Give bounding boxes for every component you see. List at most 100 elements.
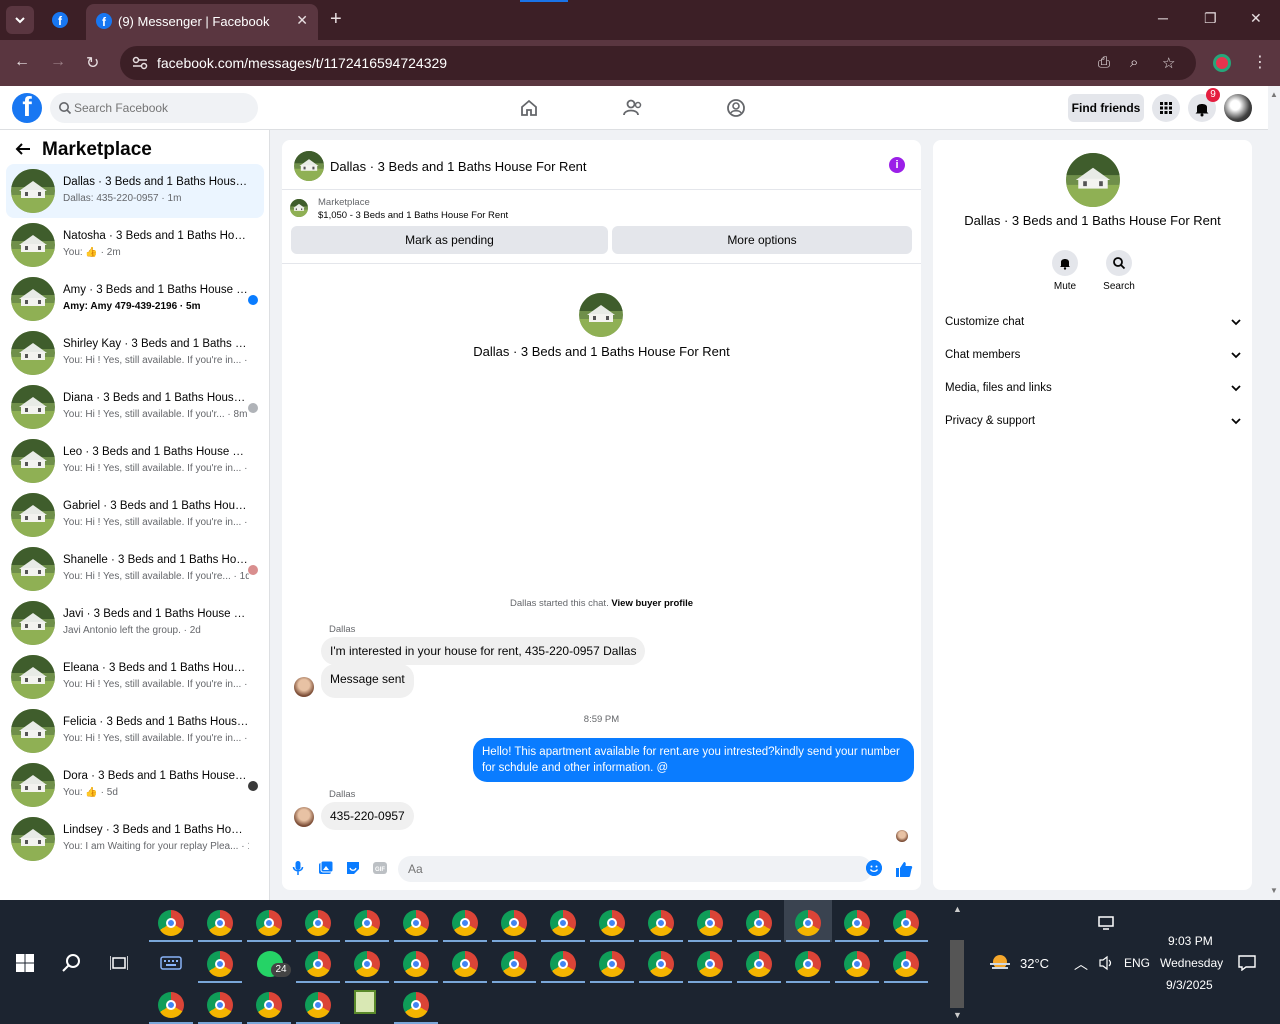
chrome-icon[interactable]: [795, 910, 821, 936]
search-in-chat-button[interactable]: Search: [1092, 250, 1146, 292]
chat-title[interactable]: Dallas · 3 Beds and 1 Baths House For Re…: [330, 159, 587, 174]
chrome-icon[interactable]: [158, 992, 184, 1018]
chrome-icon[interactable]: [697, 951, 723, 977]
chrome-icon[interactable]: [844, 910, 870, 936]
chrome-icon[interactable]: [550, 910, 576, 936]
task-view-icon[interactable]: [110, 955, 128, 971]
chrome-icon[interactable]: [158, 910, 184, 936]
chrome-icon[interactable]: [256, 992, 282, 1018]
chrome-icon[interactable]: [403, 992, 429, 1018]
reload-button[interactable]: ↻: [86, 53, 99, 73]
chrome-icon[interactable]: [305, 951, 331, 977]
scroll-up-arrow-icon[interactable]: ▲: [953, 904, 962, 914]
install-app-icon[interactable]: ⎙: [1098, 54, 1110, 71]
notepad-icon[interactable]: [354, 990, 376, 1014]
chrome-icon[interactable]: [844, 951, 870, 977]
view-buyer-profile-link[interactable]: View buyer profile: [611, 598, 693, 609]
conversation-item[interactable]: Leo · 3 Beds and 1 Baths House For Rent Y…: [6, 434, 264, 488]
listing-price[interactable]: $1,050 - 3 Beds and 1 Baths House For Re…: [318, 210, 508, 221]
conversation-item[interactable]: Shirley Kay · 3 Beds and 1 Baths House F…: [6, 326, 264, 380]
gif-icon[interactable]: GIF: [372, 860, 388, 876]
scroll-down-arrow-icon[interactable]: ▼: [1270, 886, 1278, 895]
thumbs-up-icon[interactable]: [895, 860, 913, 878]
chrome-icon[interactable]: [746, 910, 772, 936]
close-window-button[interactable]: ✕: [1250, 10, 1262, 27]
chrome-icon[interactable]: [403, 910, 429, 936]
volume-icon[interactable]: [1098, 955, 1114, 971]
sticker-icon[interactable]: [345, 860, 361, 876]
conversation-item[interactable]: Amy · 3 Beds and 1 Baths House For Rent A…: [6, 272, 264, 326]
chrome-icon[interactable]: [795, 951, 821, 977]
search-icon[interactable]: [62, 953, 82, 973]
microphone-icon[interactable]: [292, 860, 304, 876]
find-friends-button[interactable]: Find friends: [1068, 94, 1144, 122]
conversation-item[interactable]: Shanelle · 3 Beds and 1 Baths House For …: [6, 542, 264, 596]
media-files-links-row[interactable]: Media, files and links: [945, 377, 1245, 401]
browser-menu-icon[interactable]: ⋮: [1252, 52, 1268, 72]
facebook-search[interactable]: [50, 93, 258, 123]
restore-button[interactable]: ❐: [1204, 10, 1217, 27]
chat-members-row[interactable]: Chat members: [945, 344, 1245, 368]
notification-center-icon[interactable]: [1238, 955, 1256, 971]
customize-chat-row[interactable]: Customize chat: [945, 311, 1245, 335]
sender-avatar[interactable]: [294, 807, 314, 827]
chrome-icon[interactable]: [893, 951, 919, 977]
mute-button[interactable]: Mute: [1038, 250, 1092, 292]
conversation-item[interactable]: Diana · 3 Beds and 1 Baths House For Ren…: [6, 380, 264, 434]
scroll-up-arrow-icon[interactable]: ▲: [1270, 90, 1278, 99]
chrome-icon[interactable]: [648, 910, 674, 936]
back-arrow-icon[interactable]: [14, 142, 32, 156]
chrome-icon[interactable]: [452, 951, 478, 977]
chrome-icon[interactable]: [893, 910, 919, 936]
chrome-icon[interactable]: [403, 951, 429, 977]
info-icon[interactable]: i: [889, 157, 905, 173]
message-input[interactable]: [398, 856, 872, 882]
omnibox[interactable]: facebook.com/messages/t/1172416594724329…: [120, 46, 1196, 80]
chrome-icon[interactable]: [697, 910, 723, 936]
forward-button[interactable]: →: [50, 53, 66, 71]
page-scrollbar[interactable]: ▲ ▼: [1268, 86, 1280, 900]
show-hidden-icons-chevron-up-icon[interactable]: ︿: [1074, 954, 1088, 974]
tab-close-icon[interactable]: ✕: [296, 12, 308, 29]
chrome-icon[interactable]: [207, 992, 233, 1018]
emoji-icon[interactable]: [866, 860, 882, 876]
conversation-item[interactable]: Dallas · 3 Beds and 1 Baths House For Re…: [6, 164, 264, 218]
pinned-facebook-tab[interactable]: f: [46, 6, 74, 34]
listing-thumbnail-small[interactable]: [290, 199, 308, 217]
conversation-item[interactable]: Gabriel · 3 Beds and 1 Baths House For R…: [6, 488, 264, 542]
chrome-icon[interactable]: [746, 951, 772, 977]
chrome-icon[interactable]: [207, 951, 233, 977]
site-settings-icon[interactable]: [132, 56, 148, 70]
chrome-icon[interactable]: [256, 910, 282, 936]
temperature[interactable]: 32°C: [1020, 956, 1049, 971]
chrome-icon[interactable]: [599, 951, 625, 977]
mark-as-pending-button[interactable]: Mark as pending: [291, 226, 608, 254]
sender-avatar[interactable]: [294, 677, 314, 697]
chrome-icon[interactable]: [354, 951, 380, 977]
scroll-down-arrow-icon[interactable]: ▼: [953, 1010, 962, 1020]
taskbar-scrollbar[interactable]: ▲ ▼: [950, 904, 964, 1022]
active-tab[interactable]: f (9) Messenger | Facebook ✕: [86, 4, 318, 40]
more-options-button[interactable]: More options: [612, 226, 912, 254]
clock-time[interactable]: 9:03 PM: [1168, 934, 1213, 948]
chrome-icon[interactable]: [354, 910, 380, 936]
conversation-item[interactable]: Eleana · 3 Beds and 1 Baths House For Re…: [6, 650, 264, 704]
chrome-icon[interactable]: [599, 910, 625, 936]
windows-start-icon[interactable]: [16, 954, 34, 972]
back-button[interactable]: ←: [14, 53, 30, 71]
conversation-item[interactable]: Lindsey · 3 Beds and 1 Baths House For R…: [6, 812, 264, 866]
chrome-icon[interactable]: [648, 951, 674, 977]
home-icon[interactable]: [519, 98, 539, 118]
chrome-icon[interactable]: [501, 951, 527, 977]
conversation-item[interactable]: Felicia · 3 Beds and 1 Baths House For R…: [6, 704, 264, 758]
privacy-support-row[interactable]: Privacy & support: [945, 410, 1245, 434]
search-input[interactable]: [74, 93, 254, 123]
conversation-item[interactable]: Natosha · 3 Beds and 1 Baths House For R…: [6, 218, 264, 272]
bookmark-star-icon[interactable]: ☆: [1162, 54, 1175, 72]
listing-thumbnail[interactable]: [294, 151, 324, 181]
clock-day[interactable]: Wednesday: [1160, 956, 1223, 970]
new-tab-button[interactable]: +: [330, 9, 342, 29]
extension-icon[interactable]: [1213, 54, 1231, 72]
friends-icon[interactable]: [622, 98, 644, 118]
scroll-thumb[interactable]: [950, 940, 964, 1008]
